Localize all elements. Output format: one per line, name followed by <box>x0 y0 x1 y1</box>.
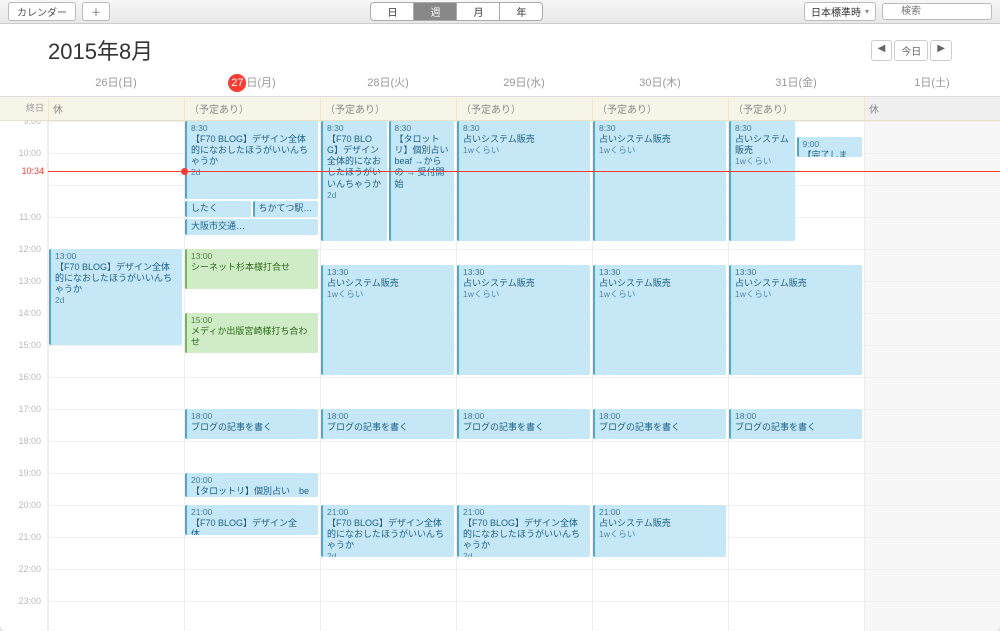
day-column[interactable]: 8:30【F70 BLOG】デザイン全体的になおしたほうがいいんちゃうか2d した… <box>184 121 320 631</box>
day-header[interactable]: 29日(水) <box>456 70 592 96</box>
event[interactable]: 18:00ブログの記事を書く <box>321 409 454 439</box>
day-header[interactable]: 30日(木) <box>592 70 728 96</box>
toolbar: カレンダー ＋ 日週月年 日本標準時 <box>0 0 1000 24</box>
day-column[interactable] <box>864 121 1000 631</box>
event[interactable]: 21:00占いシステム販売1wくらい <box>593 505 726 557</box>
event[interactable]: 21:00【F70 BLOG】デザイン全体的になおしたほうがいいんちゃうか2d <box>457 505 590 557</box>
hour-label: 17:00 <box>0 404 47 436</box>
event[interactable]: 20:00【タロットリ】個別占い bea… <box>185 473 318 497</box>
hour-label: 15:00 <box>0 340 47 372</box>
hour-label: 18:00 <box>0 436 47 468</box>
nav-buttons: ◀ 今日 ▶ <box>871 40 952 61</box>
allday-cell[interactable]: 休 <box>48 97 184 120</box>
hour-label: 12:00 <box>0 244 47 276</box>
event[interactable]: 13:30占いシステム販売1wくらい <box>321 265 454 375</box>
hour-label: 19:00 <box>0 468 47 500</box>
event[interactable]: 18:00ブログの記事を書く <box>729 409 862 439</box>
hour-label: 11:00 <box>0 212 47 244</box>
allday-cell[interactable]: （予定あり） <box>320 97 456 120</box>
allday-cell[interactable]: （予定あり） <box>456 97 592 120</box>
hour-label <box>0 180 47 212</box>
event[interactable]: 13:00シーネット杉本様打合せ <box>185 249 318 289</box>
day-column[interactable]: 13:00【F70 BLOG】デザイン全体的になおしたほうがいいんちゃうか2d <box>48 121 184 631</box>
search-wrap <box>882 3 992 20</box>
hour-label: 16:00 <box>0 372 47 404</box>
day-header[interactable]: 31日(金) <box>728 70 864 96</box>
hour-label: 14:00 <box>0 308 47 340</box>
now-time-label: 10:34 <box>2 166 44 176</box>
add-button[interactable]: ＋ <box>82 2 110 21</box>
event[interactable]: 8:30占いシステム販売1wくらい <box>593 121 726 241</box>
event[interactable]: 8:30占いシステム販売1wくらい <box>457 121 590 241</box>
event[interactable]: 8:30【F70 BLOG】デザイン全体的になおしたほうがいいんちゃうか2d <box>185 121 318 199</box>
event[interactable]: 大阪市交通… <box>185 219 318 235</box>
day-column[interactable]: 8:30占いシステム販売1wくらい9:00【完了しま… 13:30占いシステム販売… <box>728 121 864 631</box>
event[interactable]: 13:30占いシステム販売1wくらい <box>593 265 726 375</box>
event[interactable]: 15:00メディか出版宮崎様打ち合わせ <box>185 313 318 353</box>
event[interactable]: 18:00ブログの記事を書く <box>593 409 726 439</box>
calendar-window: カレンダー ＋ 日週月年 日本標準時 2015年8月 ◀ 今日 ▶ 26日(日)… <box>0 0 1000 631</box>
hour-label: 23:00 <box>0 596 47 628</box>
allday-cell[interactable]: （予定あり） <box>592 97 728 120</box>
allday-cell[interactable]: （予定あり） <box>184 97 320 120</box>
event[interactable]: 13:30占いシステム販売1wくらい <box>457 265 590 375</box>
now-dot <box>181 168 188 175</box>
time-grid: 9:0010:0011:0012:0013:0014:0015:0016:001… <box>0 121 1000 631</box>
event[interactable]: したく <box>185 201 251 217</box>
day-header[interactable]: 26日(日) <box>48 70 184 96</box>
today-button[interactable]: 今日 <box>894 40 928 61</box>
allday-label: 終日 <box>0 97 48 120</box>
grid-wrap: 9:0010:0011:0012:0013:0014:0015:0016:001… <box>0 121 1000 631</box>
day-headers: 26日(日)27日(月)28日(火)29日(水)30日(木)31日(金)1日(土… <box>0 70 1000 97</box>
event[interactable]: 21:00【F70 BLOG】デザイン全体的になおしたほうがいいんちゃうか2d <box>321 505 454 557</box>
prev-button[interactable]: ◀ <box>871 40 893 61</box>
view-月[interactable]: 月 <box>457 2 500 21</box>
hour-label: 21:00 <box>0 532 47 564</box>
hour-label: 13:00 <box>0 276 47 308</box>
month-title: 2015年8月 <box>48 34 153 66</box>
day-column[interactable]: 8:30占いシステム販売1wくらい 13:30占いシステム販売1wくらい 18:00… <box>456 121 592 631</box>
hour-label: 20:00 <box>0 500 47 532</box>
day-column[interactable]: 8:30占いシステム販売1wくらい 13:30占いシステム販売1wくらい 18:00… <box>592 121 728 631</box>
view-segmented: 日週月年 <box>370 2 543 21</box>
event[interactable]: 18:00ブログの記事を書く <box>457 409 590 439</box>
hour-label: 22:00 <box>0 564 47 596</box>
event[interactable]: 8:30【タロットリ】個別占い beaf →からの → 受付開始 <box>389 121 455 241</box>
event[interactable]: 18:00ブログの記事を書く <box>185 409 318 439</box>
day-header[interactable]: 1日(土) <box>864 70 1000 96</box>
event[interactable]: 13:00【F70 BLOG】デザイン全体的になおしたほうがいいんちゃうか2d <box>49 249 182 345</box>
calendars-button[interactable]: カレンダー <box>8 2 76 21</box>
day-header[interactable]: 27日(月) <box>184 70 320 96</box>
allday-cell[interactable]: 休 <box>864 97 1000 120</box>
view-週[interactable]: 週 <box>414 2 457 21</box>
view-日[interactable]: 日 <box>370 2 414 21</box>
event[interactable]: 21:00【F70 BLOG】デザイン全体… <box>185 505 318 535</box>
allday-cell[interactable]: （予定あり） <box>728 97 864 120</box>
event[interactable]: 8:30【F70 BLOG】デザイン全体的になおしたほうがいいんちゃうか2d <box>321 121 387 241</box>
event[interactable]: 9:00【完了しま… <box>797 137 863 157</box>
event[interactable]: 8:30占いシステム販売1wくらい <box>729 121 795 241</box>
hour-label: 9:00 <box>0 121 47 148</box>
now-line <box>48 171 1000 172</box>
day-header[interactable]: 28日(火) <box>320 70 456 96</box>
event[interactable]: 13:30占いシステム販売1wくらい <box>729 265 862 375</box>
header: 2015年8月 ◀ 今日 ▶ <box>0 24 1000 70</box>
timezone-select[interactable]: 日本標準時 <box>804 2 876 21</box>
allday-row: 終日 休（予定あり）（予定あり）（予定あり）（予定あり）（予定あり）休 <box>0 97 1000 121</box>
event[interactable]: ちかてつ駅… <box>253 201 319 217</box>
next-button[interactable]: ▶ <box>930 40 952 61</box>
search-input[interactable] <box>882 3 992 20</box>
view-年[interactable]: 年 <box>500 2 543 21</box>
day-column[interactable]: 8:30【F70 BLOG】デザイン全体的になおしたほうがいいんちゃうか2d8:… <box>320 121 456 631</box>
